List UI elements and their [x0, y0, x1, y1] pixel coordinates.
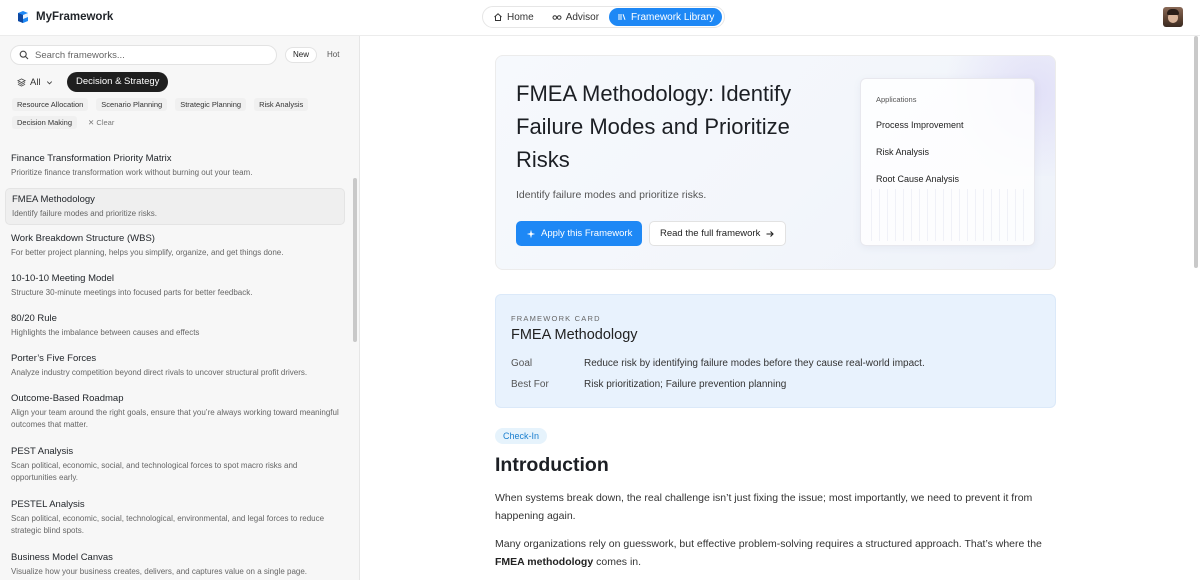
card-best-for-row: Best For Risk prioritization; Failure pr…	[511, 379, 786, 390]
application-item[interactable]: Process Improvement	[871, 114, 1021, 136]
nav-advisor-label: Advisor	[565, 11, 600, 23]
list-item[interactable]: 80/20 Rule Highlights the imbalance betw…	[5, 308, 345, 345]
applications-panel: Applications Process Improvement Risk An…	[860, 78, 1035, 246]
list-item-desc: Align your team around the right goals, …	[11, 408, 339, 429]
clear-filters-button[interactable]: ✕ Clear	[85, 116, 117, 129]
user-avatar[interactable]	[1163, 7, 1183, 27]
brand[interactable]: MyFramework	[16, 10, 113, 24]
apply-framework-label: Apply this Framework	[541, 228, 633, 239]
apply-framework-button[interactable]: Apply this Framework	[516, 221, 643, 246]
paragraph: Many organizations rely on guesswork, bu…	[495, 535, 1065, 571]
list-item-title: Finance Transformation Priority Matrix	[11, 153, 172, 164]
list-item-title: Outcome-Based Roadmap	[11, 393, 124, 404]
framework-card: FRAMEWORK CARD FMEA Methodology Goal Red…	[495, 294, 1056, 408]
clear-label: Clear	[96, 118, 115, 127]
framework-list: Finance Transformation Priority Matrix P…	[5, 148, 345, 580]
tag-strategic-planning[interactable]: Strategic Planning	[175, 98, 247, 111]
sidebar: New Hot All Decision & Strategy Resource…	[0, 36, 360, 580]
logo-icon	[18, 11, 28, 23]
list-item-title: FMEA Methodology	[12, 194, 95, 205]
sort-new-button[interactable]: New	[285, 47, 318, 63]
list-item[interactable]: Finance Transformation Priority Matrix P…	[5, 148, 345, 185]
section-heading: Introduction	[495, 454, 609, 476]
check-in-badge: Check-In	[495, 428, 548, 444]
list-item-title: PESTEL Analysis	[11, 499, 85, 510]
nav-advisor[interactable]: Advisor	[544, 8, 607, 26]
tag-risk-analysis[interactable]: Risk Analysis	[254, 98, 309, 111]
chevron-down-icon	[46, 80, 52, 84]
nav-framework-library[interactable]: Framework Library	[609, 8, 723, 26]
page-title: FMEA Methodology: Identify Failure Modes…	[516, 81, 792, 172]
read-full-framework-button[interactable]: Read the full framework	[649, 221, 787, 246]
sort-hot-button[interactable]: Hot	[322, 47, 344, 63]
main-scrollbar[interactable]	[1194, 36, 1198, 268]
tag-decision-making[interactable]: Decision Making	[12, 116, 78, 129]
main-content: FMEA Methodology: Identify Failure Modes…	[360, 36, 1200, 580]
list-item-desc: Identify failure modes and prioritize ri…	[12, 209, 157, 218]
list-item-desc: Highlights the imbalance between causes …	[11, 328, 200, 337]
application-item[interactable]: Risk Analysis	[871, 141, 1021, 163]
nav-home-label: Home	[507, 11, 534, 23]
all-label: All	[30, 76, 41, 88]
paragraph-text: comes in.	[593, 556, 642, 568]
list-item-desc: Scan political, economic, social, and te…	[11, 461, 298, 482]
arrow-right-icon	[766, 230, 775, 237]
hero-subtitle: Identify failure modes and prioritize ri…	[516, 189, 707, 201]
app-name: MyFramework	[36, 11, 114, 23]
layers-icon	[17, 77, 26, 87]
list-item-desc: Visualize how your business creates, del…	[11, 567, 308, 576]
card-eyebrow: FRAMEWORK CARD	[511, 314, 601, 323]
best-for-value: Risk prioritization; Failure prevention …	[584, 379, 787, 390]
search-box[interactable]	[10, 45, 277, 65]
close-icon: ✕	[88, 118, 95, 127]
home-icon	[494, 13, 502, 21]
sidebar-scrollbar[interactable]	[353, 178, 357, 342]
glasses-icon	[552, 15, 562, 20]
card-goal-row: Goal Reduce risk by identifying failure …	[511, 358, 925, 369]
nav-framework-library-label: Framework Library	[631, 11, 715, 23]
list-item-desc: Prioritize finance transformation work w…	[11, 168, 253, 177]
tag-scenario-planning[interactable]: Scenario Planning	[96, 98, 168, 111]
list-item-title: Porter’s Five Forces	[11, 353, 97, 364]
paragraph: When systems break down, the real challe…	[495, 492, 1033, 522]
top-bar: MyFramework Home Advisor Framework Libra…	[0, 0, 1200, 36]
list-item-title: 80/20 Rule	[11, 313, 57, 324]
list-item-desc: Structure 30-minute meetings into focuse…	[11, 288, 253, 297]
list-item[interactable]: PEST Analysis Scan political, economic, …	[5, 441, 345, 491]
list-item-title: Work Breakdown Structure (WBS)	[11, 233, 155, 244]
list-item[interactable]: Outcome-Based Roadmap Align your team ar…	[5, 388, 345, 438]
list-item-desc: Analyze industry competition beyond dire…	[11, 368, 308, 377]
tag-resource-allocation[interactable]: Resource Allocation	[12, 98, 89, 111]
list-item-desc: Scan political, economic, social, techno…	[11, 514, 325, 535]
paragraph-text: Many organizations rely on guesswork, bu…	[495, 538, 1042, 550]
read-full-framework-label: Read the full framework	[660, 228, 761, 239]
list-item-desc: For better project planning, helps you s…	[11, 248, 284, 257]
list-item[interactable]: Porter’s Five Forces Analyze industry co…	[5, 348, 345, 385]
hero-section: FMEA Methodology: Identify Failure Modes…	[495, 55, 1056, 270]
list-item-title: PEST Analysis	[11, 446, 74, 457]
list-item-title: Business Model Canvas	[11, 552, 113, 563]
list-item[interactable]: 10-10-10 Meeting Model Structure 30-minu…	[5, 268, 345, 305]
goal-label: Goal	[511, 358, 533, 369]
search-icon	[19, 50, 29, 60]
main-nav: Home Advisor Framework Library	[482, 6, 726, 28]
tag-filters: Resource Allocation Scenario Planning St…	[12, 98, 347, 129]
search-input[interactable]	[35, 49, 255, 61]
category-chip-decision-strategy[interactable]: Decision & Strategy	[67, 72, 169, 92]
list-item[interactable]: PESTEL Analysis Scan political, economic…	[5, 494, 345, 544]
list-item-selected[interactable]: FMEA Methodology Identify failure modes …	[5, 188, 345, 225]
list-item[interactable]: Work Breakdown Structure (WBS) For bette…	[5, 228, 345, 265]
applications-heading: Applications	[876, 95, 917, 104]
best-for-label: Best For	[511, 379, 549, 390]
sparkle-icon	[526, 229, 536, 238]
card-title: FMEA Methodology	[511, 327, 638, 343]
goal-value: Reduce risk by identifying failure modes…	[584, 358, 925, 369]
application-item[interactable]: Root Cause Analysis	[871, 168, 1021, 190]
paragraph-bold: FMEA methodology	[495, 556, 594, 568]
nav-home[interactable]: Home	[485, 8, 542, 26]
list-item[interactable]: Business Model Canvas Visualize how your…	[5, 547, 345, 580]
all-categories-dropdown[interactable]: All	[11, 73, 60, 91]
list-item-title: 10-10-10 Meeting Model	[11, 273, 114, 284]
library-icon	[618, 14, 626, 20]
